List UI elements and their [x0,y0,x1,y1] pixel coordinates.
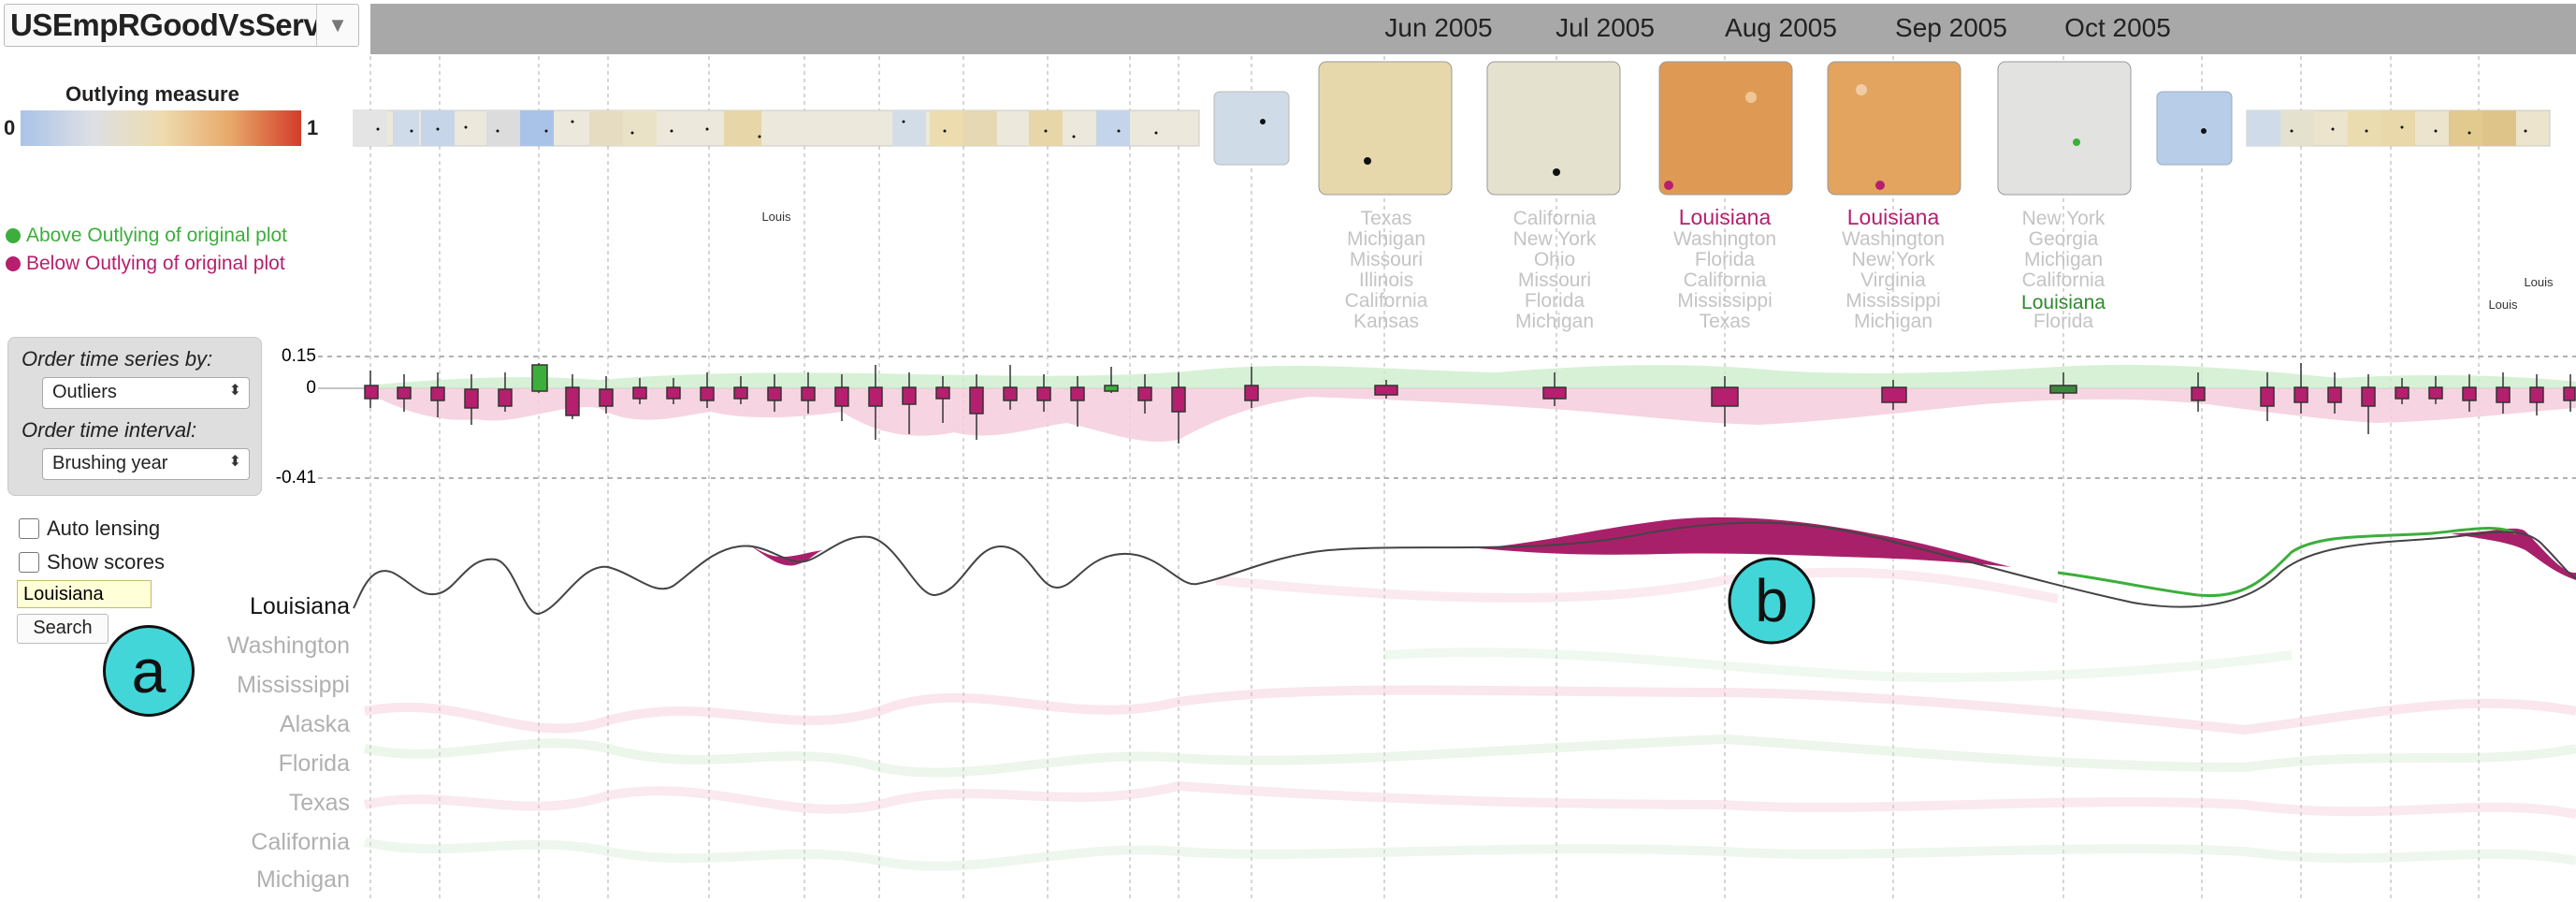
thumbnail-large[interactable] [1997,61,2132,196]
highlight-louisiana-below: Louisiana [2021,292,2106,313]
svg-text:California: California [1345,290,1428,312]
thumbnail-large-highlighted[interactable] [1658,61,1793,196]
above-area [365,364,2576,388]
small-louis-label: Louis [2488,298,2518,312]
small-louis-label: Louis [761,210,791,224]
louisiana-below-band-small [739,539,823,566]
axis-top-label: 0.15 [282,346,316,366]
svg-text:Michigan: Michigan [1515,311,1594,332]
svg-text:New York: New York [2022,208,2106,229]
svg-text:Louisiana: Louisiana [1679,205,1772,229]
svg-text:California: California [1684,269,1767,291]
svg-text:Michigan: Michigan [2024,249,2103,270]
svg-text:Florida: Florida [1525,290,1585,312]
thumbnail-large[interactable] [1318,61,1453,196]
louisiana-below-band-right [2451,528,2576,580]
svg-text:Washington: Washington [1673,228,1776,250]
louisiana-below-band [1478,516,2011,567]
svg-text:Michigan: Michigan [1347,228,1425,250]
thumbnail-medium[interactable] [1213,91,1290,166]
thumbnail-medium[interactable] [2156,91,2233,166]
svg-text:Florida: Florida [1695,249,1756,270]
svg-text:Washington: Washington [1842,228,1945,250]
thumbnail-large-highlighted[interactable] [1827,61,1961,196]
svg-text:Missouri: Missouri [1518,269,1591,291]
svg-text:New York: New York [1513,228,1597,250]
svg-text:Ohio: Ohio [1534,249,1575,270]
svg-text:Texas: Texas [1700,311,1751,332]
svg-text:California: California [2022,269,2106,291]
faint-streams [363,567,2576,871]
small-louis-label: Louis [2524,275,2554,289]
highlight-louisiana-labels: Louisiana Louisiana [1679,205,1940,229]
svg-text:Louisiana: Louisiana [1847,205,1940,229]
faint-name-columns [355,213,1197,326]
boxplot-axis: 0.15 0 -0.41 [276,346,2576,487]
svg-text:New York: New York [1852,249,1935,270]
svg-text:Florida: Florida [2033,311,2094,332]
below-area [365,388,2576,443]
svg-text:Michigan: Michigan [1854,311,1932,332]
svg-text:Virginia: Virginia [1860,269,1926,291]
thumbnail-strip-left[interactable] [353,109,1200,147]
svg-text:Illinois: Illinois [1359,269,1413,291]
svg-text:Texas: Texas [1361,208,1412,229]
svg-text:Kansas: Kansas [1353,311,1419,332]
axis-zero-label: 0 [306,378,316,398]
thumbnail-strip-right[interactable] [2246,109,2551,147]
svg-text:California: California [1513,208,1597,229]
svg-text:Mississippi: Mississippi [1845,290,1941,312]
annotation-marker-b: b [1728,557,1816,645]
svg-text:b: b [1755,567,1788,634]
axis-bottom-label: -0.41 [276,468,316,487]
visualization-canvas[interactable]: Texas Michigan Missouri Illinois Califor… [0,0,2576,902]
thumbnail-large[interactable] [1486,61,1621,196]
svg-text:Mississippi: Mississippi [1677,290,1773,312]
svg-text:Georgia: Georgia [2029,228,2099,250]
svg-text:Missouri: Missouri [1350,249,1423,270]
